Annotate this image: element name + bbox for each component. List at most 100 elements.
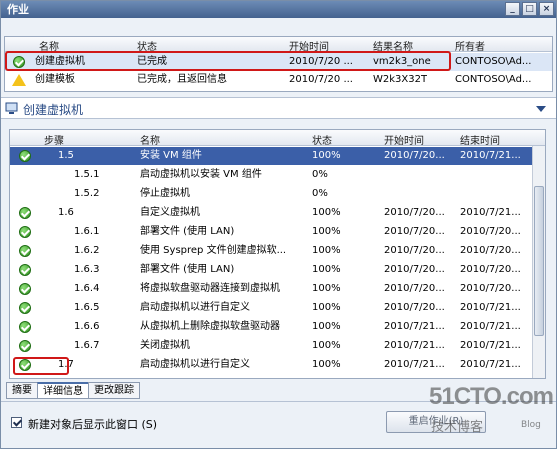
step-start: 2010/7/20...: [384, 302, 445, 313]
step-row[interactable]: 1.6.5 启动虚拟机以进行自定义 100% 2010/7/20... 2010/7/2…: [10, 299, 534, 317]
step-name: 部署文件 (使用 LAN): [140, 226, 235, 237]
tab-summary[interactable]: 摘要: [6, 382, 38, 399]
maximize-button[interactable]: □: [522, 2, 537, 16]
col-header-end-time[interactable]: 结束时间: [460, 132, 500, 147]
tab-strip: 摘要 详细信息 更改跟踪: [6, 382, 140, 399]
steps-table-header: 步骤 名称 状态 开始时间 结束时间: [10, 130, 545, 147]
ok-icon: [19, 226, 31, 238]
step-number: 1.5.2: [74, 188, 100, 199]
step-end: 2010/7/20...: [460, 264, 521, 275]
step-number: 1.6.7: [74, 340, 100, 351]
step-status: 100%: [312, 264, 341, 275]
step-status: 100%: [312, 321, 341, 332]
scrollbar-thumb[interactable]: [534, 186, 544, 336]
ok-icon: [19, 207, 31, 219]
step-name: 启动虚拟机以进行自定义: [140, 302, 250, 313]
step-end: 2010/7/21...: [460, 340, 521, 351]
step-row[interactable]: 1.6.6 从虚拟机上删除虚拟软盘驱动器 100% 2010/7/21... 2010/…: [10, 318, 534, 336]
col-header-owner[interactable]: 所有者: [455, 38, 485, 53]
step-row[interactable]: 1.5.1 启动虚拟机以安装 VM 组件 0%: [10, 166, 534, 184]
col-header-step[interactable]: 步骤: [44, 132, 64, 147]
step-end: 2010/7/20...: [460, 283, 521, 294]
step-start: 2010/7/21...: [384, 340, 445, 351]
step-number: 1.5.1: [74, 169, 100, 180]
job-owner: CONTOSO\Ad...: [455, 74, 532, 85]
show-window-checkbox[interactable]: [11, 417, 22, 428]
job-result: W2k3X32T: [373, 74, 428, 85]
step-name: 停止虚拟机: [140, 188, 190, 199]
step-start: 2010/7/20...: [384, 226, 445, 237]
ok-icon: [19, 264, 31, 276]
step-status: 100%: [312, 207, 341, 218]
step-start: 2010/7/21...: [384, 321, 445, 332]
step-row[interactable]: 1.6.3 部署文件 (使用 LAN) 100% 2010/7/20... 2010/7…: [10, 261, 534, 279]
step-status: 100%: [312, 359, 341, 370]
step-row[interactable]: 1.7 启动虚拟机以进行自定义 100% 2010/7/21... 2010/7/21.…: [10, 356, 534, 374]
vertical-scrollbar[interactable]: [532, 146, 545, 378]
col-header-status[interactable]: 状态: [312, 132, 332, 147]
step-end: 2010/7/21...: [460, 150, 521, 161]
step-number: 1.6.4: [74, 283, 100, 294]
step-name: 使用 Sysprep 文件创建虚拟软...: [140, 245, 287, 256]
step-end: 2010/7/20...: [460, 245, 521, 256]
job-row-create-template[interactable]: 创建模板 已完成，且返回信息 2010/7/20 ... W2k3X32T CO…: [5, 71, 552, 89]
step-number: 1.6.5: [74, 302, 100, 313]
step-start: 2010/7/21...: [384, 359, 445, 370]
highlight-annotation: [13, 357, 69, 375]
step-name: 启动虚拟机以安装 VM 组件: [140, 169, 262, 180]
step-number: 1.5: [58, 150, 74, 161]
step-start: 2010/7/20...: [384, 264, 445, 275]
close-button[interactable]: ×: [539, 2, 554, 16]
step-name: 从虚拟机上删除虚拟软盘驱动器: [140, 321, 280, 332]
col-header-start-time[interactable]: 开始时间: [384, 132, 424, 147]
details-section-header[interactable]: 创建虚拟机: [1, 97, 556, 119]
step-end: 2010/7/21...: [460, 359, 521, 370]
step-start: 2010/7/20...: [384, 245, 445, 256]
computer-icon: [5, 102, 18, 114]
step-start: 2010/7/20...: [384, 150, 445, 161]
minimize-button[interactable]: _: [505, 2, 520, 16]
section-title: 创建虚拟机: [23, 103, 84, 117]
step-name: 自定义虚拟机: [140, 207, 200, 218]
step-start: 2010/7/20...: [384, 283, 445, 294]
step-row[interactable]: 1.6.2 使用 Sysprep 文件创建虚拟软... 100% 2010/7/20.…: [10, 242, 534, 260]
step-row[interactable]: 1.5 安装 VM 组件 100% 2010/7/20... 2010/7/21...: [10, 147, 534, 165]
ok-icon: [19, 302, 31, 314]
step-number: 1.6.6: [74, 321, 100, 332]
step-row[interactable]: 1.6.1 部署文件 (使用 LAN) 100% 2010/7/20... 2010/7…: [10, 223, 534, 241]
step-status: 100%: [312, 340, 341, 351]
job-status: 已完成，且返回信息: [137, 74, 227, 85]
show-window-checkbox-label[interactable]: 新建对象后显示此窗口 (S): [28, 416, 157, 432]
step-start: 2010/7/20...: [384, 207, 445, 218]
step-end: 2010/7/20...: [460, 226, 521, 237]
step-name: 将虚拟软盘驱动器连接到虚拟机: [140, 283, 280, 294]
step-number: 1.6.2: [74, 245, 100, 256]
step-status: 0%: [312, 188, 328, 199]
step-row[interactable]: 1.5.2 停止虚拟机 0%: [10, 185, 534, 203]
ok-icon: [19, 150, 31, 162]
step-row[interactable]: 1.6.7 关闭虚拟机 100% 2010/7/21... 2010/7/21...: [10, 337, 534, 355]
chevron-down-icon[interactable]: [536, 106, 546, 112]
step-end: 2010/7/21...: [460, 302, 521, 313]
jobs-table-header: 名称 状态 开始时间 结果名称 所有者: [5, 37, 552, 53]
step-status: 100%: [312, 245, 341, 256]
title-bar-buttons: _ □ ×: [505, 2, 554, 16]
ok-icon: [19, 340, 31, 352]
job-start: 2010/7/20 ...: [289, 74, 353, 85]
highlight-annotation: [5, 51, 451, 71]
warning-icon: [12, 74, 26, 86]
ok-icon: [19, 245, 31, 257]
step-row[interactable]: 1.6.4 将虚拟软盘驱动器连接到虚拟机 100% 2010/7/20... 2010/…: [10, 280, 534, 298]
col-header-name[interactable]: 名称: [140, 132, 160, 147]
step-number: 1.6.3: [74, 264, 100, 275]
step-name: 关闭虚拟机: [140, 340, 190, 351]
step-row[interactable]: 1.6 自定义虚拟机 100% 2010/7/20... 2010/7/21...: [10, 204, 534, 222]
tab-change-tracking[interactable]: 更改跟踪: [88, 382, 140, 399]
step-status: 100%: [312, 302, 341, 313]
step-end: 2010/7/21...: [460, 321, 521, 332]
restart-job-button[interactable]: 重启作业(R): [386, 411, 486, 433]
tab-details[interactable]: 详细信息: [37, 382, 89, 399]
step-status: 100%: [312, 226, 341, 237]
steps-table: 步骤 名称 状态 开始时间 结束时间 1.5 安装 VM 组件 100% 2010/7…: [9, 129, 546, 379]
step-number: 1.6.1: [74, 226, 100, 237]
